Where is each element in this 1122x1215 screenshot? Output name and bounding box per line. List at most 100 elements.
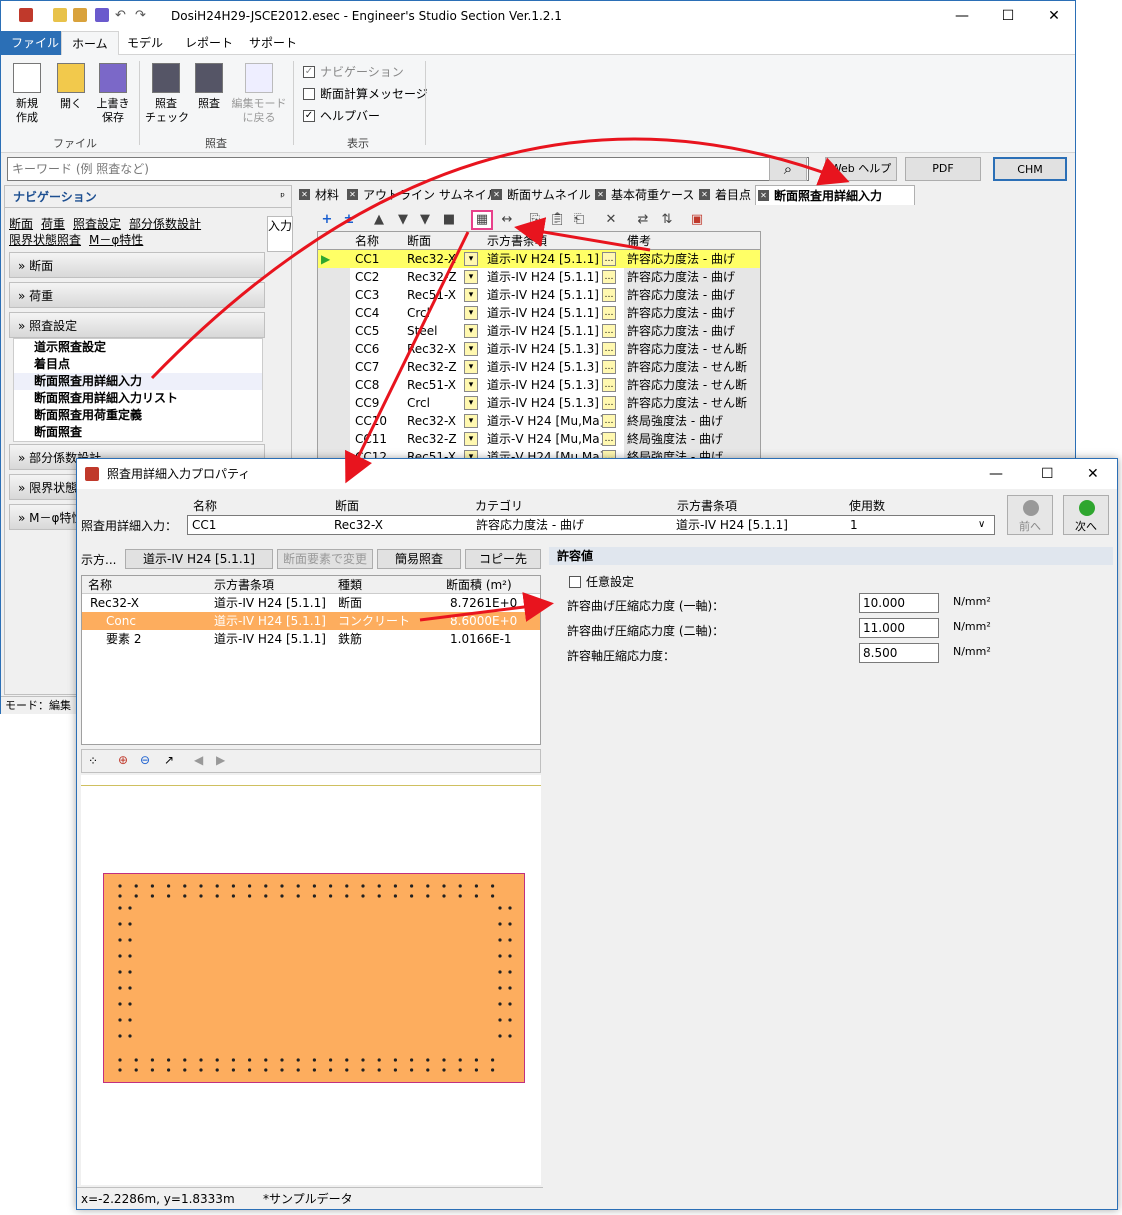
tab-outline-thumbnail[interactable]: ✕ アウトライン サムネイル	[345, 185, 499, 205]
table-row[interactable]: CC6 Rec32-X 道示-IV H24 [5.1.3] 許容応力度法 - せん断 ▾…	[318, 340, 760, 358]
copy-to-button[interactable]: コピー先	[465, 549, 541, 569]
fit-icon[interactable]: ⁘	[88, 754, 98, 768]
table-row[interactable]: CC8 Rec51-X 道示-IV H24 [5.1.3] 許容応力度法 - せん断 ▾…	[318, 376, 760, 394]
grid-cell[interactable]: CC10	[352, 412, 404, 430]
table-row[interactable]: CC10 Rec32-X 道示-V H24 [Mu,Ma] 終局強度法 - 曲げ ▾…	[318, 412, 760, 430]
ellipsis-icon[interactable]: …	[602, 270, 616, 284]
new-icon[interactable]	[53, 8, 67, 22]
menu-file[interactable]: ファイル	[1, 31, 70, 55]
table-row[interactable]: CC9 Crcl 道示-IV H24 [5.1.3] 許容応力度法 - せん断 ▾…	[318, 394, 760, 412]
close-icon[interactable]: ✕	[758, 190, 769, 201]
chm-button[interactable]: CHM	[993, 157, 1067, 181]
search-icon[interactable]: ⌕	[769, 157, 807, 181]
close-button[interactable]: ✕	[1087, 459, 1099, 489]
chevron-down-icon[interactable]: ▾	[464, 414, 478, 428]
table-row[interactable]: CC5 Steel 道示-IV H24 [5.1.1] 許容応力度法 - 曲げ ▾…	[318, 322, 760, 340]
row-selector[interactable]	[318, 340, 350, 358]
pin-icon[interactable]: ᵖ	[280, 190, 285, 203]
close-icon[interactable]: ✕	[595, 189, 606, 200]
detail-input-select[interactable]: CC1 Rec32-X 許容応力度法 - 曲げ 道示-IV H24 [5.1.1…	[187, 515, 995, 535]
close-icon[interactable]: ✕	[491, 189, 502, 200]
column-header-name[interactable]: 名称	[352, 232, 404, 250]
nav-link-check-setting[interactable]: 照査設定	[73, 217, 121, 231]
nav-item-focus-point[interactable]: 着目点	[14, 356, 262, 373]
ellipsis-icon[interactable]: …	[602, 432, 616, 446]
back-to-edit-button[interactable]: 編集モード に戻る	[231, 63, 287, 125]
sort-icon[interactable]: ⇅	[659, 212, 675, 228]
grid-cell[interactable]: CC2	[352, 268, 404, 286]
close-button[interactable]: ✕	[1031, 1, 1077, 31]
ellipsis-icon[interactable]: …	[602, 324, 616, 338]
simple-check-button[interactable]: 簡易照査	[377, 549, 461, 569]
minimize-button[interactable]: —	[989, 459, 1003, 489]
column-header-section[interactable]: 断面	[404, 232, 484, 250]
chevron-down-icon[interactable]: ▾	[464, 324, 478, 338]
row-selector[interactable]	[318, 412, 350, 430]
stop-icon[interactable]: ■	[441, 212, 457, 228]
row-selector[interactable]	[318, 358, 350, 376]
ellipsis-icon[interactable]: …	[602, 252, 616, 266]
row-selector[interactable]	[318, 394, 350, 412]
nav-link-load[interactable]: 荷重	[41, 217, 65, 231]
search-input[interactable]: キーワード (例 照査など)	[7, 157, 809, 181]
nav-item-load-definition[interactable]: 断面照査用荷重定義	[14, 407, 262, 424]
next-button[interactable]: 次へ	[1063, 495, 1109, 535]
maximize-button[interactable]: ☐	[1041, 459, 1054, 489]
grid-cell[interactable]: CC9	[352, 394, 404, 412]
list-item[interactable]: 要素 2 道示-IV H24 [5.1.1] 鉄筋 1.0166E-1	[82, 630, 540, 648]
grid-cell[interactable]: CC6	[352, 340, 404, 358]
table-row[interactable]: CC3 Rec51-X 道示-IV H24 [5.1.1] 許容応力度法 - 曲げ ▾…	[318, 286, 760, 304]
nav-item-section-check[interactable]: 断面照査	[14, 424, 262, 441]
minimize-button[interactable]: —	[939, 1, 985, 31]
grid-cell[interactable]: 終局強度法 - 曲げ	[624, 430, 760, 448]
check-check-button[interactable]: 照査 チェック	[145, 63, 189, 125]
chevron-down-icon[interactable]: ▾	[464, 342, 478, 356]
grid-cell[interactable]: 許容応力度法 - 曲げ	[624, 322, 760, 340]
zoom-in-icon[interactable]: ⊕	[118, 753, 128, 767]
table-row[interactable]: CC4 Crcl 道示-IV H24 [5.1.1] 許容応力度法 - 曲げ ▾…	[318, 304, 760, 322]
grid-cell[interactable]: 終局強度法 - 曲げ	[624, 412, 760, 430]
save-button[interactable]: 上書き 保存	[93, 63, 133, 125]
close-icon[interactable]: ✕	[347, 189, 358, 200]
grid-cell[interactable]: 許容応力度法 - せん断	[624, 340, 760, 358]
list-item-selected[interactable]: Conc 道示-IV H24 [5.1.1] コンクリート 8.6000E+0	[82, 612, 540, 630]
paste-special-icon[interactable]: ⎗	[571, 212, 587, 228]
properties-icon[interactable]: ▦	[471, 210, 493, 230]
tab-focus-point[interactable]: ✕ 着目点	[697, 185, 751, 205]
concrete-section[interactable]	[103, 873, 525, 1083]
change-by-element-button[interactable]: 断面要素で変更	[277, 549, 373, 569]
spec-button[interactable]: 道示-IV H24 [5.1.1]	[125, 549, 273, 569]
ellipsis-icon[interactable]: …	[602, 396, 616, 410]
navigation-checkbox[interactable]: ✓ ナビゲーション	[303, 63, 404, 80]
grid-cell[interactable]: CC1	[352, 250, 404, 268]
menu-report[interactable]: レポート	[175, 31, 243, 55]
column-header-spec[interactable]: 示方書条項	[484, 232, 624, 250]
ellipsis-icon[interactable]: …	[602, 414, 616, 428]
nav-section-check-setting[interactable]: » 照査設定	[9, 312, 265, 338]
menu-home[interactable]: ホーム	[61, 31, 119, 55]
chevron-down-icon[interactable]: ▾	[464, 306, 478, 320]
chevron-down-icon[interactable]: ▾	[464, 288, 478, 302]
table-row[interactable]: CC2 Rec32-Z 道示-IV H24 [5.1.1] 許容応力度法 - 曲げ ▾…	[318, 268, 760, 286]
close-icon[interactable]: ✕	[699, 189, 710, 200]
nav-section-load[interactable]: » 荷重	[9, 282, 265, 308]
export-icon[interactable]: ▣	[689, 212, 705, 228]
ellipsis-icon[interactable]: …	[602, 288, 616, 302]
message-checkbox[interactable]: 断面計算メッセージ	[303, 85, 428, 102]
close-icon[interactable]: ✕	[299, 189, 310, 200]
copy-icon[interactable]: ⎘	[527, 212, 543, 228]
table-row[interactable]: CC7 Rec32-Z 道示-IV H24 [5.1.3] 許容応力度法 - せん断 ▾…	[318, 358, 760, 376]
tab-detail-input[interactable]: ✕ 断面照査用詳細入力	[755, 185, 915, 205]
allow-value-2[interactable]: 11.000	[859, 618, 939, 638]
delete-icon[interactable]: ✕	[603, 212, 619, 228]
ellipsis-icon[interactable]: …	[602, 360, 616, 374]
list-item[interactable]: Rec32-X 道示-IV H24 [5.1.1] 断面 8.7261E+0	[82, 594, 540, 612]
open-icon[interactable]	[73, 8, 87, 22]
open-button[interactable]: 開く	[51, 63, 91, 111]
list-header-area[interactable]: 断面積 (m²)	[442, 576, 512, 594]
check-button[interactable]: 照査	[189, 63, 229, 111]
rename-icon[interactable]: ↔	[499, 212, 515, 228]
grid-cell[interactable]: CC11	[352, 430, 404, 448]
menu-model[interactable]: モデル	[117, 31, 173, 55]
grid-cell[interactable]: CC5	[352, 322, 404, 340]
